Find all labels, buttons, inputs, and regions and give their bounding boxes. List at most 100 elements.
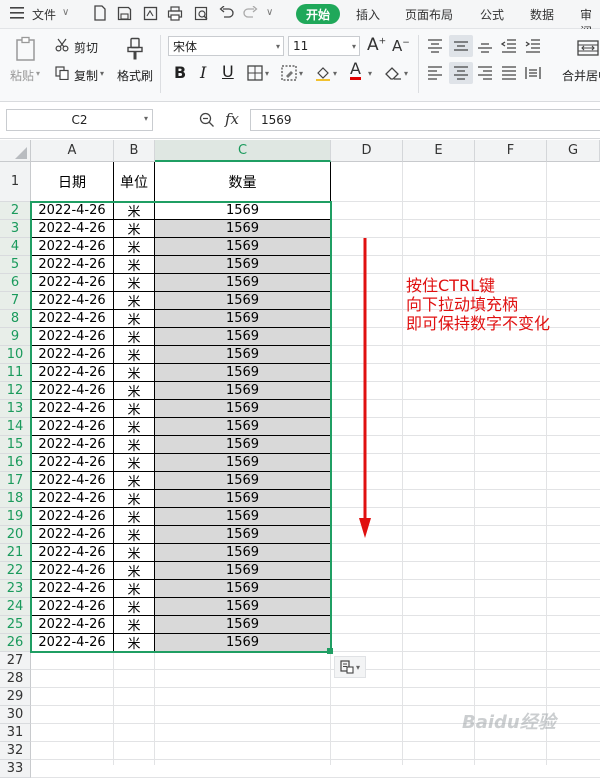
format-painter-button[interactable]: 格式刷 [117,67,153,84]
row-header[interactable]: 13 [0,400,31,418]
date-cell[interactable]: 2022-4-26 [31,436,114,454]
quantity-cell[interactable]: 1569 [155,490,331,508]
quantity-cell[interactable]: 1569 [155,274,331,292]
select-all-corner[interactable] [0,140,31,162]
paste-chevron-icon[interactable]: ▾ [36,69,40,78]
borders-chevron-icon[interactable]: ▾ [265,69,269,78]
clear-format-icon[interactable] [384,64,402,82]
name-box[interactable]: C2 ▾ [6,109,153,131]
header-cell-unit[interactable]: 单位 [114,162,155,202]
unit-cell[interactable]: 米 [114,238,155,256]
row-header[interactable]: 24 [0,598,31,616]
row-header[interactable]: 29 [0,688,31,706]
align-top-icon[interactable] [426,37,444,55]
file-menu-chevron-icon[interactable]: ∨ [62,7,69,18]
row-header[interactable]: 4 [0,238,31,256]
date-cell[interactable]: 2022-4-26 [31,274,114,292]
row-header[interactable]: 19 [0,508,31,526]
date-cell[interactable]: 2022-4-26 [31,454,114,472]
date-cell[interactable]: 2022-4-26 [31,292,114,310]
redo-icon[interactable] [242,5,258,21]
header-cell-date[interactable]: 日期 [31,162,114,202]
bold-icon[interactable]: B [174,63,186,82]
date-cell[interactable]: 2022-4-26 [31,418,114,436]
fill-handle[interactable] [327,648,333,654]
row-header[interactable]: 14 [0,418,31,436]
date-cell[interactable]: 2022-4-26 [31,598,114,616]
header-cell-quantity[interactable]: 数量 [155,162,331,202]
fill-pattern-icon[interactable] [280,64,298,82]
unit-cell[interactable]: 米 [114,328,155,346]
unit-cell[interactable]: 米 [114,400,155,418]
justify-icon[interactable] [500,64,518,82]
align-middle-icon[interactable] [449,35,473,57]
hamburger-menu-icon[interactable] [8,5,28,21]
row-header[interactable]: 22 [0,562,31,580]
copy-button[interactable]: 复制 [74,67,98,84]
quick-access-chevron-icon[interactable]: ∨ [266,7,273,18]
date-cell[interactable]: 2022-4-26 [31,634,114,652]
unit-cell[interactable]: 米 [114,202,155,220]
quantity-cell[interactable]: 1569 [155,580,331,598]
quantity-cell[interactable]: 1569 [155,562,331,580]
fill-color-icon[interactable] [314,64,332,82]
row-header[interactable]: 3 [0,220,31,238]
unit-cell[interactable]: 米 [114,508,155,526]
row-header[interactable]: 9 [0,328,31,346]
quantity-cell[interactable]: 1569 [155,544,331,562]
unit-cell[interactable]: 米 [114,418,155,436]
quantity-cell[interactable]: 1569 [155,238,331,256]
row-header[interactable]: 27 [0,652,31,670]
date-cell[interactable]: 2022-4-26 [31,382,114,400]
row-header[interactable]: 18 [0,490,31,508]
quantity-cell[interactable]: 1569 [155,328,331,346]
date-cell[interactable]: 2022-4-26 [31,328,114,346]
print-icon[interactable] [167,5,183,21]
row-header[interactable]: 33 [0,760,31,778]
font-color-chevron-icon[interactable]: ▾ [368,69,372,78]
date-cell[interactable]: 2022-4-26 [31,508,114,526]
row-header[interactable]: 1 [0,162,31,202]
date-cell[interactable]: 2022-4-26 [31,544,114,562]
row-header[interactable]: 26 [0,634,31,652]
row-header[interactable]: 25 [0,616,31,634]
unit-cell[interactable]: 米 [114,436,155,454]
quantity-cell[interactable]: 1569 [155,220,331,238]
font-name-select[interactable]: 宋体 ▾ [168,36,284,56]
decrease-indent-icon[interactable] [500,37,518,55]
row-header[interactable]: 2 [0,202,31,220]
unit-cell[interactable]: 米 [114,472,155,490]
date-cell[interactable]: 2022-4-26 [31,364,114,382]
save-icon[interactable] [116,5,132,21]
date-cell[interactable]: 2022-4-26 [31,310,114,328]
date-cell[interactable]: 2022-4-26 [31,472,114,490]
tab-home[interactable]: 开始 [296,4,340,24]
decrease-font-icon[interactable]: A− [392,37,410,55]
date-cell[interactable]: 2022-4-26 [31,256,114,274]
unit-cell[interactable]: 米 [114,310,155,328]
column-header-c[interactable]: C [155,140,331,162]
unit-cell[interactable]: 米 [114,454,155,472]
new-file-icon[interactable] [92,5,108,21]
quantity-cell[interactable]: 1569 [155,418,331,436]
column-header-d[interactable]: D [331,140,403,162]
paste-icon[interactable] [12,35,40,63]
tab-formulas[interactable]: 公式 [480,6,504,23]
date-cell[interactable]: 2022-4-26 [31,346,114,364]
print-preview-icon[interactable] [193,5,209,21]
row-header[interactable]: 10 [0,346,31,364]
row-header[interactable]: 23 [0,580,31,598]
quantity-cell[interactable]: 1569 [155,256,331,274]
quantity-cell[interactable]: 1569 [155,400,331,418]
merge-cells-icon[interactable] [576,37,600,59]
unit-cell[interactable]: 米 [114,490,155,508]
quantity-cell[interactable]: 1569 [155,346,331,364]
date-cell[interactable]: 2022-4-26 [31,400,114,418]
increase-font-icon[interactable]: A+ [367,35,386,55]
quantity-cell[interactable]: 1569 [155,526,331,544]
date-cell[interactable]: 2022-4-26 [31,202,114,220]
font-color-icon[interactable]: A [350,61,361,80]
unit-cell[interactable]: 米 [114,256,155,274]
date-cell[interactable]: 2022-4-26 [31,238,114,256]
row-header[interactable]: 8 [0,310,31,328]
